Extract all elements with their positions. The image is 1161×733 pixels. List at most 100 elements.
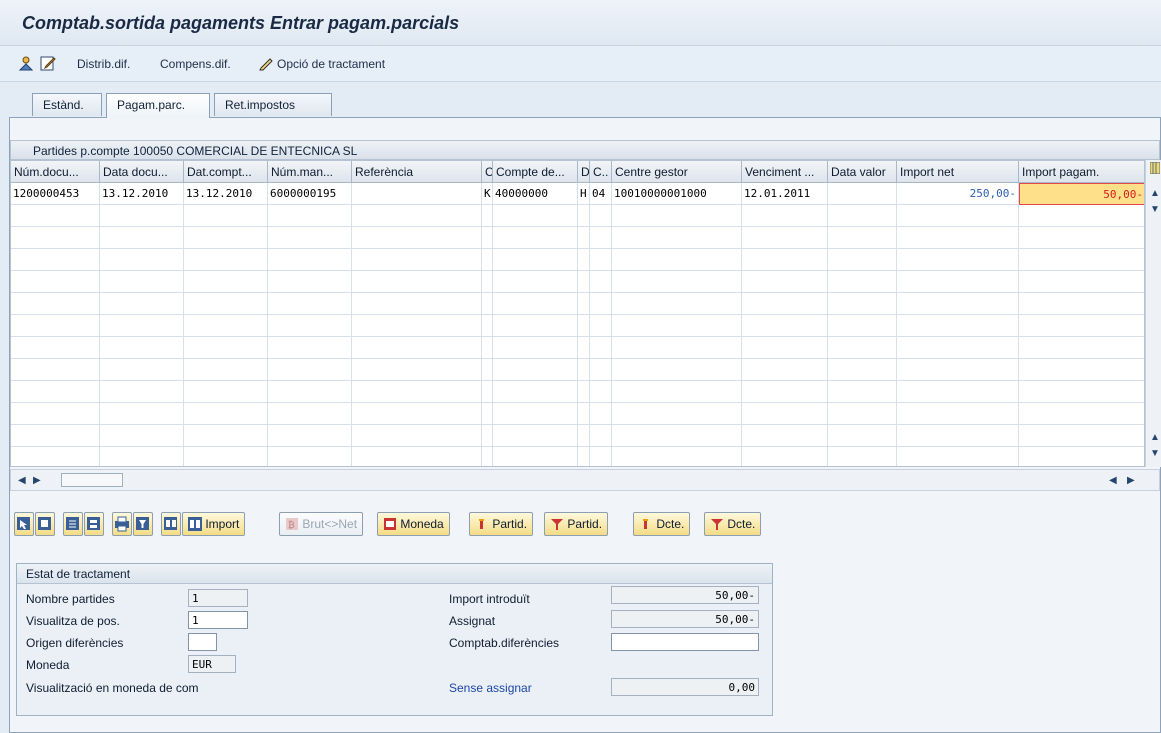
grid-header: Núm.docu... Data docu... Dat.compt... Nú… bbox=[11, 161, 1144, 183]
grid-cell bbox=[612, 425, 742, 447]
visualitza-pos-input[interactable]: 1 bbox=[188, 611, 248, 629]
grid-button-bar: Import ₿ Brut<>Net Moneda Partid. Partid… bbox=[14, 512, 914, 538]
grid-cell bbox=[742, 249, 828, 271]
grid-cell bbox=[100, 425, 184, 447]
grid-horizontal-scrollbar[interactable]: ◀ ▶ ◀ ▶ bbox=[10, 469, 1160, 491]
grid-cell bbox=[352, 205, 482, 227]
grid-cell bbox=[828, 227, 897, 249]
assignat-field: 50,00- bbox=[611, 610, 759, 628]
grid-cell bbox=[493, 205, 578, 227]
grid-cell bbox=[1019, 403, 1144, 425]
select-all-icon[interactable] bbox=[14, 512, 34, 536]
grid-cell bbox=[578, 381, 590, 403]
grid-cell bbox=[184, 337, 268, 359]
table-row[interactable]: 1200000453 13.12.2010 13.12.2010 6000000… bbox=[11, 183, 1144, 205]
table-row-empty[interactable] bbox=[11, 271, 1144, 293]
partid-filter-button[interactable]: Partid. bbox=[544, 512, 609, 536]
import-button[interactable]: Import bbox=[182, 512, 246, 536]
grid-cell bbox=[100, 315, 184, 337]
tab-pagam-parc[interactable]: Pagam.parc. bbox=[106, 93, 210, 118]
grid-cell bbox=[352, 315, 482, 337]
grid-cell bbox=[493, 249, 578, 271]
origen-diferencies-input[interactable] bbox=[188, 633, 217, 651]
grid-cell bbox=[612, 403, 742, 425]
scroll-right-end-icon[interactable]: ▶ bbox=[1127, 475, 1135, 486]
table-row-empty[interactable] bbox=[11, 359, 1144, 381]
col-centre-gestor[interactable]: Centre gestor bbox=[612, 161, 742, 183]
details-two-icon[interactable] bbox=[84, 512, 104, 536]
comptab-diferencies-label: Comptab.diferències bbox=[449, 636, 560, 650]
col-dat-compt[interactable]: Dat.compt... bbox=[184, 161, 268, 183]
col-data-doc[interactable]: Data docu... bbox=[100, 161, 184, 183]
scroll-left-end-icon[interactable]: ◀ bbox=[1109, 475, 1117, 486]
table-row-empty[interactable] bbox=[11, 249, 1144, 271]
tab-ret-impostos[interactable]: Ret.impostos bbox=[214, 93, 332, 116]
scroll-down-icon[interactable]: ▼ bbox=[1150, 204, 1160, 215]
items-grid[interactable]: Núm.docu... Data docu... Dat.compt... Nú… bbox=[10, 160, 1145, 467]
scroll-up-icon[interactable]: ▲ bbox=[1150, 188, 1160, 199]
grid-vertical-scrollbar[interactable]: ▲ ▼ ▲ ▼ bbox=[1145, 160, 1161, 467]
col-num-doc[interactable]: Núm.docu... bbox=[11, 161, 100, 183]
comptab-diferencies-input[interactable] bbox=[611, 633, 759, 651]
moneda-button[interactable]: Moneda bbox=[377, 512, 450, 536]
table-row-empty[interactable] bbox=[11, 337, 1144, 359]
deselect-all-icon[interactable] bbox=[35, 512, 55, 536]
cell-import-pagam-input[interactable]: 50,00- bbox=[1019, 183, 1144, 205]
details-icon[interactable] bbox=[63, 512, 83, 536]
col-data-valor[interactable]: Data valor bbox=[828, 161, 897, 183]
grid-cell bbox=[268, 337, 352, 359]
table-row-empty[interactable] bbox=[11, 227, 1144, 249]
table-row-empty[interactable] bbox=[11, 381, 1144, 403]
tab-estand[interactable]: Estànd. bbox=[32, 93, 102, 116]
cell-compte: 40000000 bbox=[493, 183, 578, 205]
partid-label-2: Partid. bbox=[567, 517, 603, 531]
origen-diferencies-label: Origen diferències bbox=[26, 636, 124, 650]
table-row-empty[interactable] bbox=[11, 293, 1144, 315]
scroll-up-bottom-icon[interactable]: ▲ bbox=[1150, 432, 1160, 443]
pencil-icon[interactable] bbox=[258, 55, 274, 71]
col-num-man[interactable]: Núm.man... bbox=[268, 161, 352, 183]
grid-cell bbox=[11, 403, 100, 425]
col-venciment[interactable]: Venciment ... bbox=[742, 161, 828, 183]
grid-cell bbox=[268, 315, 352, 337]
grid-cell bbox=[100, 227, 184, 249]
grid-cell bbox=[828, 249, 897, 271]
col-compte[interactable]: Compte de... bbox=[493, 161, 578, 183]
dcte-filter-button[interactable]: Dcte. bbox=[704, 512, 762, 536]
compens-dif-button[interactable]: Compens.dif. bbox=[160, 57, 231, 71]
filter-icon[interactable] bbox=[133, 512, 153, 536]
partid-sort-up-button[interactable]: Partid. bbox=[469, 512, 534, 536]
col-c2[interactable]: C.. bbox=[590, 161, 612, 183]
opcio-tractament-button[interactable]: Opció de tractament bbox=[277, 57, 385, 71]
col-import-net[interactable]: Import net bbox=[897, 161, 1019, 183]
sense-assignar-link[interactable]: Sense assignar bbox=[449, 681, 532, 695]
grid-cell bbox=[897, 249, 1019, 271]
person-icon[interactable] bbox=[18, 55, 34, 71]
grid-cell bbox=[493, 359, 578, 381]
table-row-empty[interactable] bbox=[11, 403, 1144, 425]
grid-cell bbox=[1019, 315, 1144, 337]
table-row-empty[interactable] bbox=[11, 425, 1144, 447]
grid-cell bbox=[897, 359, 1019, 381]
grid-cell bbox=[897, 381, 1019, 403]
grid-cell bbox=[828, 381, 897, 403]
table-row-empty[interactable] bbox=[11, 205, 1144, 227]
edit-icon[interactable] bbox=[40, 55, 56, 71]
find-icon[interactable] bbox=[161, 512, 181, 536]
col-import-pagam[interactable]: Import pagam. bbox=[1019, 161, 1144, 183]
col-referencia[interactable]: Referència bbox=[352, 161, 482, 183]
brut-net-button[interactable]: ₿ Brut<>Net bbox=[279, 512, 364, 536]
col-d[interactable]: D bbox=[578, 161, 590, 183]
table-row-empty[interactable] bbox=[11, 447, 1144, 466]
print-icon[interactable] bbox=[112, 512, 132, 536]
scroll-left-icon[interactable]: ◀ bbox=[18, 475, 26, 486]
grid-cell bbox=[590, 403, 612, 425]
scroll-right-icon[interactable]: ▶ bbox=[33, 475, 41, 486]
table-row-empty[interactable] bbox=[11, 315, 1144, 337]
col-c[interactable]: C bbox=[482, 161, 493, 183]
scroll-down-bottom-icon[interactable]: ▼ bbox=[1150, 448, 1160, 459]
scroll-thumb[interactable] bbox=[61, 473, 123, 487]
settings-grid-icon[interactable] bbox=[1149, 161, 1161, 177]
distrib-dif-button[interactable]: Distrib.dif. bbox=[77, 57, 130, 71]
dcte-sort-up-button[interactable]: Dcte. bbox=[633, 512, 691, 536]
